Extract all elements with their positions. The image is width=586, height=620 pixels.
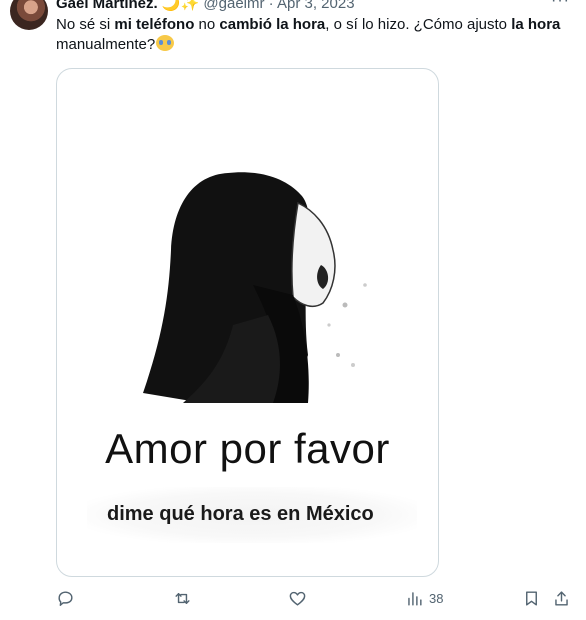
tweet-text-part: No sé si	[56, 16, 115, 33]
tweet-text: No sé si mi teléfono no cambió la hora, …	[56, 15, 576, 55]
tweet-date[interactable]: Apr 3, 2023	[277, 0, 355, 12]
tweet-text-part: , o sí lo hizo. ¿Cómo ajusto	[325, 16, 512, 33]
share-icon	[555, 591, 568, 606]
tweet-text-part: manualmente?	[56, 36, 156, 53]
more-options-icon[interactable]: ···	[551, 0, 570, 10]
author-handle[interactable]: @gaelmr	[203, 0, 264, 12]
tweet-header: Gael Martínez. 🌙✨ @gaelmr · Apr 3, 2023	[56, 0, 576, 12]
avatar[interactable]	[10, 0, 48, 30]
meme-caption-sub: dime qué hora es en México	[107, 503, 374, 525]
author-emojis: 🌙✨	[161, 0, 200, 12]
bookmark-button[interactable]	[522, 589, 541, 608]
heart-icon	[289, 591, 306, 606]
views-button[interactable]: 38	[405, 589, 443, 608]
tweet-text-bold: la hora	[511, 16, 561, 33]
like-button[interactable]	[288, 589, 307, 608]
bookmark-icon	[526, 591, 537, 606]
reply-button[interactable]	[56, 589, 75, 608]
views-count: 38	[429, 591, 444, 606]
crying-girl-illustration	[143, 172, 367, 403]
meme-caption-main: Amor por favor	[105, 425, 390, 472]
tweet-text-bold: cambió la hora	[219, 16, 326, 33]
share-button[interactable]	[552, 589, 571, 608]
retweet-icon	[175, 593, 190, 604]
tweet-text-part: no	[194, 16, 220, 33]
retweet-button[interactable]	[173, 589, 192, 608]
tweet-text-bold: mi teléfono	[114, 16, 195, 33]
author-name[interactable]: Gael Martínez.	[56, 0, 158, 12]
tweet-actions: 38	[56, 589, 576, 613]
tweet-image[interactable]: Amor por favor dime qué hora es en Méxic…	[56, 68, 439, 577]
crying-face-emoji-icon	[156, 35, 175, 51]
views-chart-icon	[408, 592, 422, 606]
separator-dot: ·	[268, 0, 274, 12]
reply-icon	[58, 591, 73, 606]
